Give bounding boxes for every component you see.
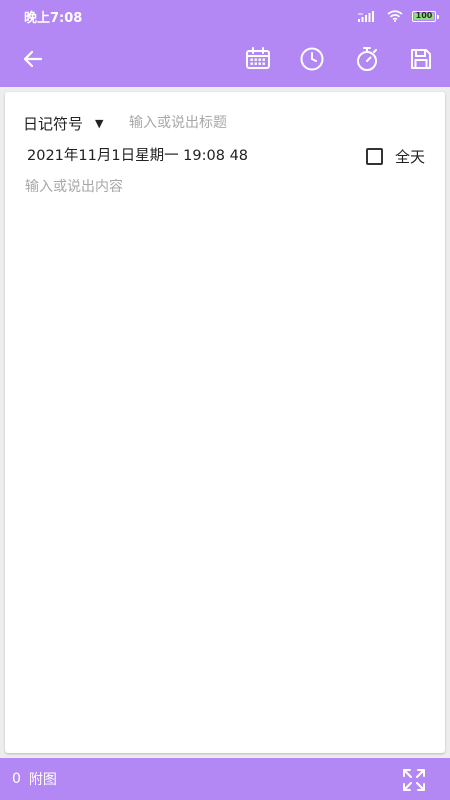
wifi-icon bbox=[387, 10, 403, 22]
all-day-toggle[interactable]: 全天 bbox=[365, 145, 425, 167]
entry-datetime[interactable]: 2021年11月1日星期一 19:08 48 bbox=[27, 145, 248, 167]
all-day-checkbox[interactable] bbox=[365, 147, 383, 165]
battery-level: 100 bbox=[415, 11, 433, 20]
stopwatch-icon bbox=[357, 47, 377, 71]
timer-button[interactable] bbox=[352, 44, 382, 74]
fullscreen-icon bbox=[403, 769, 425, 791]
bottom-bar: 0 附图 bbox=[0, 758, 450, 800]
attachment-label: 附图 bbox=[28, 772, 57, 788]
calendar-icon bbox=[246, 47, 270, 69]
signal-icon bbox=[358, 11, 374, 22]
all-day-label: 全天 bbox=[394, 147, 425, 166]
save-icon bbox=[411, 49, 431, 69]
toolbar bbox=[0, 32, 450, 87]
status-time: 晚上7:08 bbox=[24, 10, 83, 26]
caret-down-icon: ▼ bbox=[95, 116, 104, 130]
title-input[interactable] bbox=[123, 110, 435, 136]
attachment-count: 0 bbox=[12, 771, 21, 787]
attachment-button[interactable]: 0 附图 bbox=[12, 758, 57, 800]
diary-symbol-dropdown[interactable]: 日记符号 ▼ bbox=[23, 112, 103, 134]
fullscreen-button[interactable] bbox=[401, 767, 427, 793]
back-button[interactable] bbox=[18, 44, 48, 74]
entry-card: 日记符号 ▼ 2021年11月1日星期一 19:08 48 全天 bbox=[5, 92, 445, 753]
status-bar: 晚上7:08 100 bbox=[0, 0, 450, 32]
arrow-left-icon bbox=[23, 50, 43, 68]
status-icons: 100 bbox=[358, 10, 439, 22]
diary-symbol-label: 日记符号 bbox=[23, 114, 84, 133]
content-input[interactable] bbox=[19, 174, 441, 738]
battery-icon: 100 bbox=[412, 10, 439, 22]
time-button[interactable] bbox=[297, 44, 327, 74]
clock-icon bbox=[300, 47, 324, 71]
calendar-button[interactable] bbox=[243, 44, 273, 74]
save-button[interactable] bbox=[406, 44, 436, 74]
